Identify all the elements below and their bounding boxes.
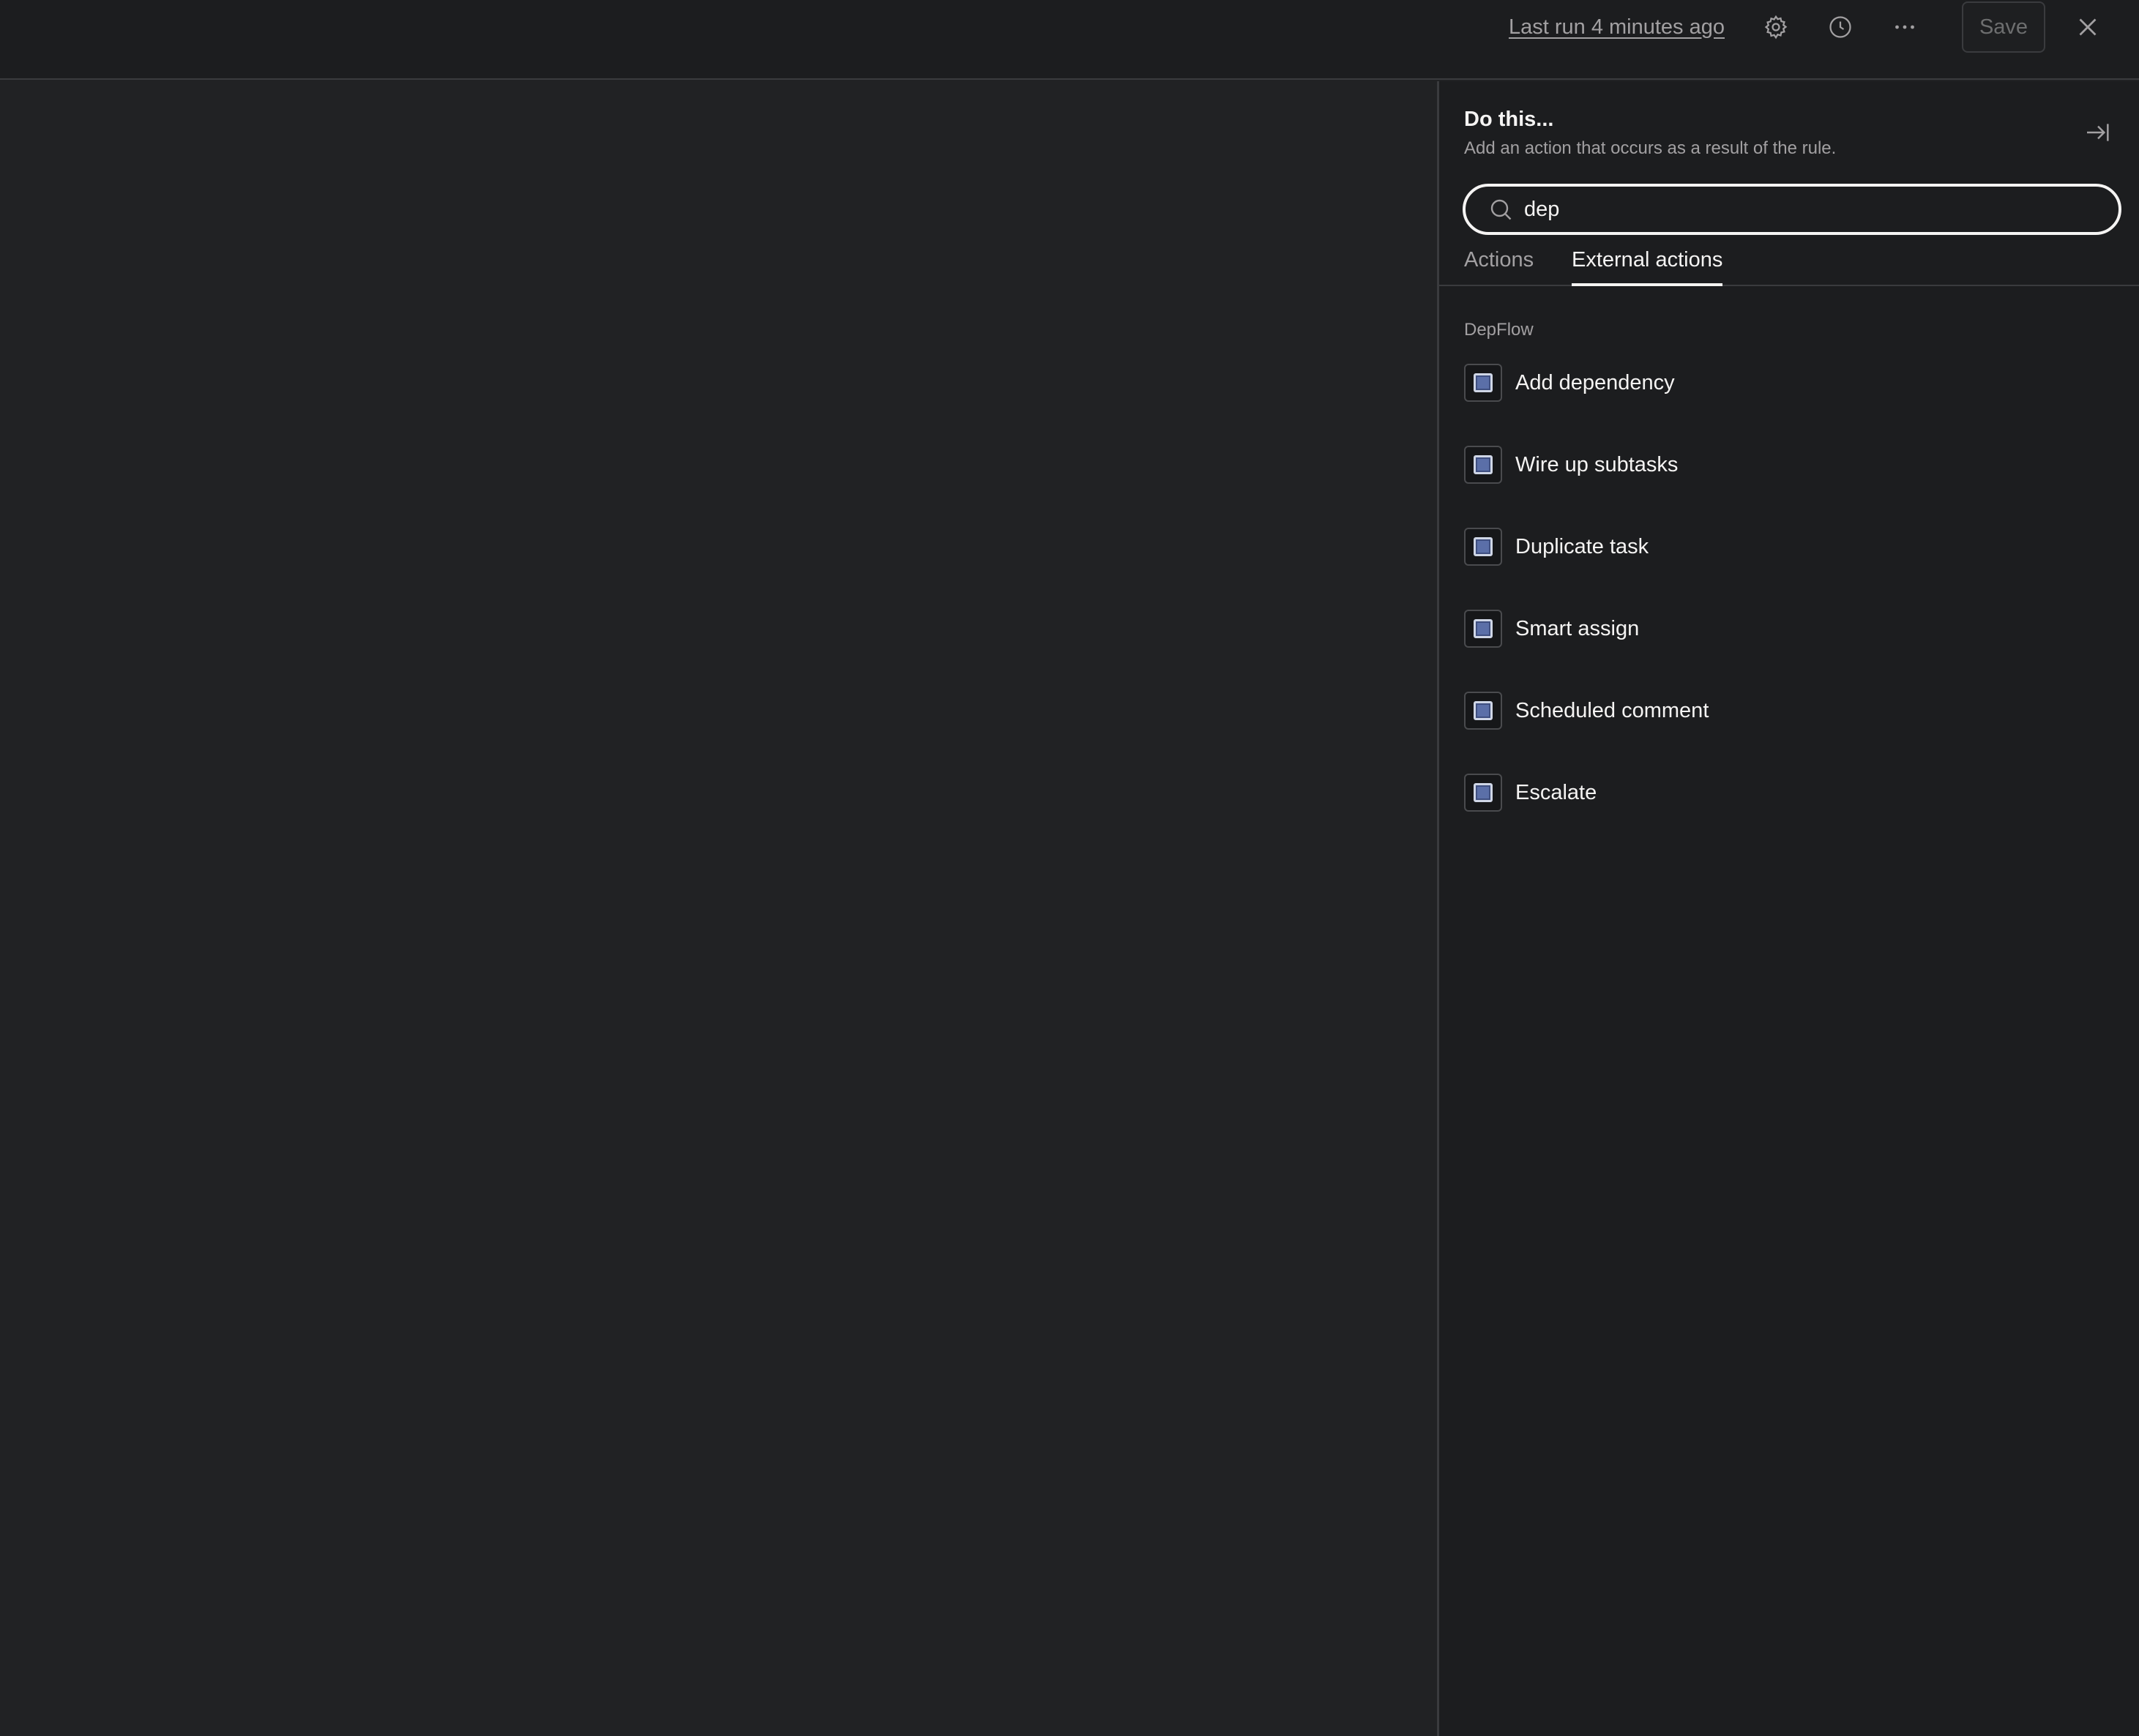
group-label-depflow: DepFlow [1464, 320, 1534, 340]
search-box[interactable] [1463, 184, 2121, 235]
panel-title: Do this... [1464, 108, 1554, 131]
clock-icon[interactable] [1823, 10, 1858, 45]
app-icon [1464, 774, 1502, 812]
action-label: Add dependency [1515, 371, 1675, 394]
rule-canvas [0, 81, 1437, 1736]
action-item-duplicate-task[interactable]: Duplicate task [1464, 528, 2116, 610]
action-item-add-dependency[interactable]: Add dependency [1464, 364, 2116, 446]
top-bar-actions: Last run 4 minutes ago Save [1509, 0, 2139, 54]
tab-actions[interactable]: Actions [1464, 242, 1534, 286]
save-button[interactable]: Save [1962, 1, 2045, 53]
action-panel: Do this... Add an action that occurs as … [1437, 81, 2139, 1736]
action-label: Wire up subtasks [1515, 453, 1679, 476]
app-icon [1464, 364, 1502, 402]
top-bar: Last run 4 minutes ago Save [0, 0, 2139, 80]
close-icon[interactable] [2070, 10, 2105, 45]
action-item-scheduled-comment[interactable]: Scheduled comment [1464, 692, 2116, 774]
last-run-link[interactable]: Last run 4 minutes ago [1509, 15, 1725, 40]
search-input[interactable] [1524, 197, 2119, 222]
action-label: Duplicate task [1515, 535, 1649, 558]
app-icon [1464, 528, 1502, 566]
action-item-wire-up-subtasks[interactable]: Wire up subtasks [1464, 446, 2116, 528]
tab-external-actions[interactable]: External actions [1572, 242, 1723, 286]
panel-tabs: Actions External actions [1439, 242, 2139, 286]
app-icon [1464, 446, 1502, 484]
action-label: Escalate [1515, 781, 1597, 804]
collapse-panel-icon[interactable] [2083, 118, 2113, 147]
action-item-escalate[interactable]: Escalate [1464, 774, 2116, 856]
external-action-list: Add dependency Wire up subtasks Duplicat… [1464, 364, 2116, 856]
action-label: Smart assign [1515, 617, 1640, 640]
search-icon [1487, 196, 1514, 222]
action-item-smart-assign[interactable]: Smart assign [1464, 610, 2116, 692]
more-icon[interactable] [1887, 10, 1922, 45]
action-label: Scheduled comment [1515, 699, 1709, 722]
app-icon [1464, 692, 1502, 730]
gear-icon[interactable] [1758, 10, 1793, 45]
app-icon [1464, 610, 1502, 648]
panel-subtitle: Add an action that occurs as a result of… [1464, 138, 1837, 158]
